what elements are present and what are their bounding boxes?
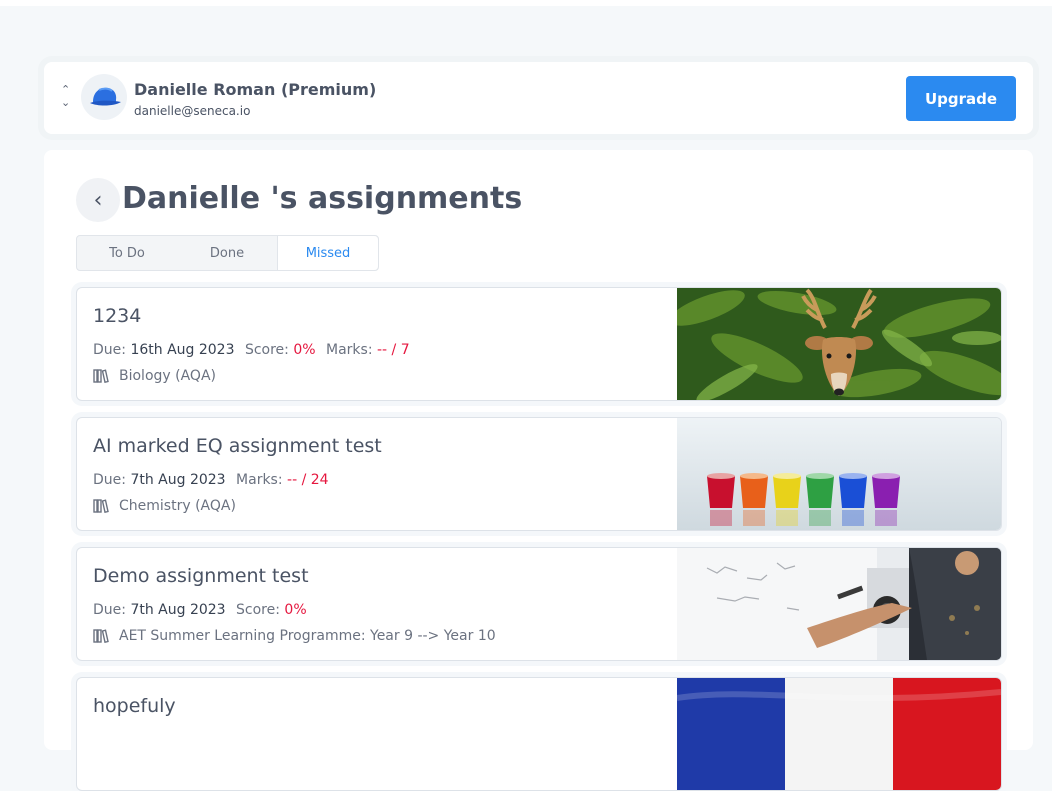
tab-missed[interactable]: Missed [277, 236, 378, 270]
profile-bar: ⌃ ⌄ Danielle Roman (Premium) danielle@se… [44, 62, 1033, 134]
books-icon [93, 629, 109, 643]
due-date: 16th Aug 2023 [130, 342, 235, 358]
course-name: AET Summer Learning Programme: Year 9 --… [119, 628, 496, 644]
user-name: Danielle Roman (Premium) [134, 80, 377, 99]
score-label: Score: [244, 342, 289, 358]
assignment-title: AI marked EQ assignment test [93, 435, 382, 457]
chevron-up-icon: ⌃ [61, 83, 71, 96]
course: AET Summer Learning Programme: Year 9 --… [93, 628, 496, 644]
course: Biology (AQA) [93, 368, 216, 384]
due-label: Due: [93, 602, 126, 618]
tab-to-do[interactable]: To Do [77, 236, 177, 270]
top-strip [0, 0, 1052, 6]
deer-image [677, 288, 1001, 400]
chevron-down-icon: ⌄ [61, 96, 71, 109]
assignment-card[interactable]: 1234 Due: 16th Aug 2023 Score: 0% Marks:… [76, 287, 1002, 401]
course: Chemistry (AQA) [93, 498, 236, 514]
chevron-left-icon: ‹ [93, 187, 103, 213]
cap-icon [90, 87, 121, 106]
score-value: 0% [284, 602, 307, 618]
assignment-title: hopefuly [93, 695, 176, 717]
assignment-card[interactable]: Demo assignment test Due: 7th Aug 2023 S… [76, 547, 1002, 661]
score-label: Score: [236, 602, 280, 618]
score-value: 0% [293, 342, 316, 358]
assignment-card[interactable]: AI marked EQ assignment test Due: 7th Au… [76, 417, 1002, 531]
page-title: Danielle 's assignments [122, 181, 523, 216]
colored-glasses-image [677, 418, 1001, 530]
course-name: Chemistry (AQA) [119, 498, 236, 514]
due-label: Due: [93, 472, 126, 488]
french-flag-image [677, 678, 1001, 790]
assignment-tabs: To Do Done Missed [76, 235, 379, 271]
user-email: danielle@seneca.io [134, 104, 251, 118]
marks-label: Marks: [236, 472, 283, 488]
upgrade-button[interactable]: Upgrade [906, 76, 1016, 121]
assignment-meta: Due: 7th Aug 2023 Marks: -- / 24 [93, 472, 335, 488]
avatar[interactable] [81, 74, 127, 120]
back-button[interactable]: ‹ [76, 178, 120, 222]
assignments-panel: ‹ Danielle 's assignments To Do Done Mis… [44, 150, 1033, 791]
assignment-card[interactable]: hopefuly [76, 677, 1002, 791]
assignment-meta: Due: 16th Aug 2023 Score: 0% Marks: -- /… [93, 342, 416, 358]
course-name: Biology (AQA) [119, 368, 216, 384]
due-label: Due: [93, 342, 126, 358]
account-switcher[interactable]: ⌃ ⌄ [61, 84, 71, 110]
assignment-meta: Due: 7th Aug 2023 Score: 0% [93, 602, 313, 618]
tab-done[interactable]: Done [177, 236, 277, 270]
marks-value: -- / 7 [377, 342, 410, 358]
due-date: 7th Aug 2023 [130, 602, 226, 618]
assignment-title: 1234 [93, 305, 142, 327]
marks-value: -- / 24 [287, 472, 329, 488]
due-date: 7th Aug 2023 [130, 472, 226, 488]
marks-label: Marks: [326, 342, 373, 358]
assignment-title: Demo assignment test [93, 565, 309, 587]
books-icon [93, 499, 109, 513]
whiteboard-image [677, 548, 1001, 660]
books-icon [93, 369, 109, 383]
